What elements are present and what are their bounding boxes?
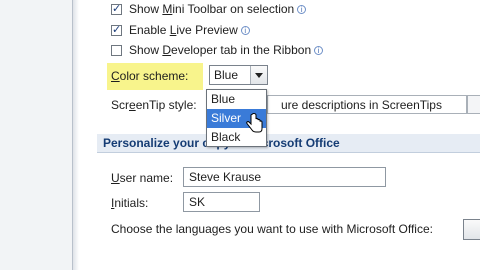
- mini-toolbar-checkbox[interactable]: [111, 2, 122, 15]
- user-name-value: Steve Krause: [189, 170, 262, 184]
- developer-tab-option[interactable]: Show Developer tab in the Ribbon i: [111, 43, 324, 57]
- initials-label: Initials:: [111, 196, 149, 210]
- mouse-cursor-icon: [246, 112, 263, 133]
- initials-input[interactable]: SK: [183, 192, 260, 212]
- screentip-style-value: ure descriptions in ScreenTips: [281, 98, 442, 112]
- live-preview-option[interactable]: Enable Live Preview i: [111, 23, 250, 37]
- mini-toolbar-option[interactable]: Show Mini Toolbar on selection i: [111, 2, 307, 16]
- user-name-input[interactable]: Steve Krause: [183, 167, 386, 187]
- user-name-label: User name:: [111, 171, 174, 185]
- color-scheme-label: Color scheme:: [111, 69, 189, 83]
- initials-value: SK: [189, 195, 206, 209]
- developer-tab-checkbox[interactable]: [111, 44, 122, 56]
- language-settings-button[interactable]: [463, 219, 480, 240]
- personalize-section-header: Personalize your copy of Microsoft Offic…: [97, 134, 480, 153]
- live-preview-label: Enable Live Preview: [129, 23, 238, 37]
- dropdown-arrow-icon[interactable]: [250, 66, 267, 84]
- info-icon[interactable]: i: [314, 45, 324, 55]
- panel-shadow: [73, 0, 79, 270]
- screentip-dropdown-button[interactable]: [467, 95, 480, 114]
- left-nav-edge: [0, 0, 72, 270]
- info-icon[interactable]: i: [297, 4, 307, 14]
- color-option-blue[interactable]: Blue: [207, 90, 266, 109]
- live-preview-checkbox[interactable]: [111, 23, 122, 36]
- color-scheme-value: Blue: [214, 68, 239, 82]
- languages-label: Choose the languages you want to use wit…: [111, 222, 433, 236]
- developer-tab-label: Show Developer tab in the Ribbon: [129, 43, 312, 57]
- mini-toolbar-label: Show Mini Toolbar on selection: [129, 2, 295, 16]
- info-icon[interactable]: i: [240, 25, 250, 35]
- screentip-style-label: ScreenTip style:: [111, 98, 197, 112]
- color-scheme-select[interactable]: Blue: [209, 65, 268, 85]
- screentip-style-select[interactable]: ure descriptions in ScreenTips: [267, 95, 467, 114]
